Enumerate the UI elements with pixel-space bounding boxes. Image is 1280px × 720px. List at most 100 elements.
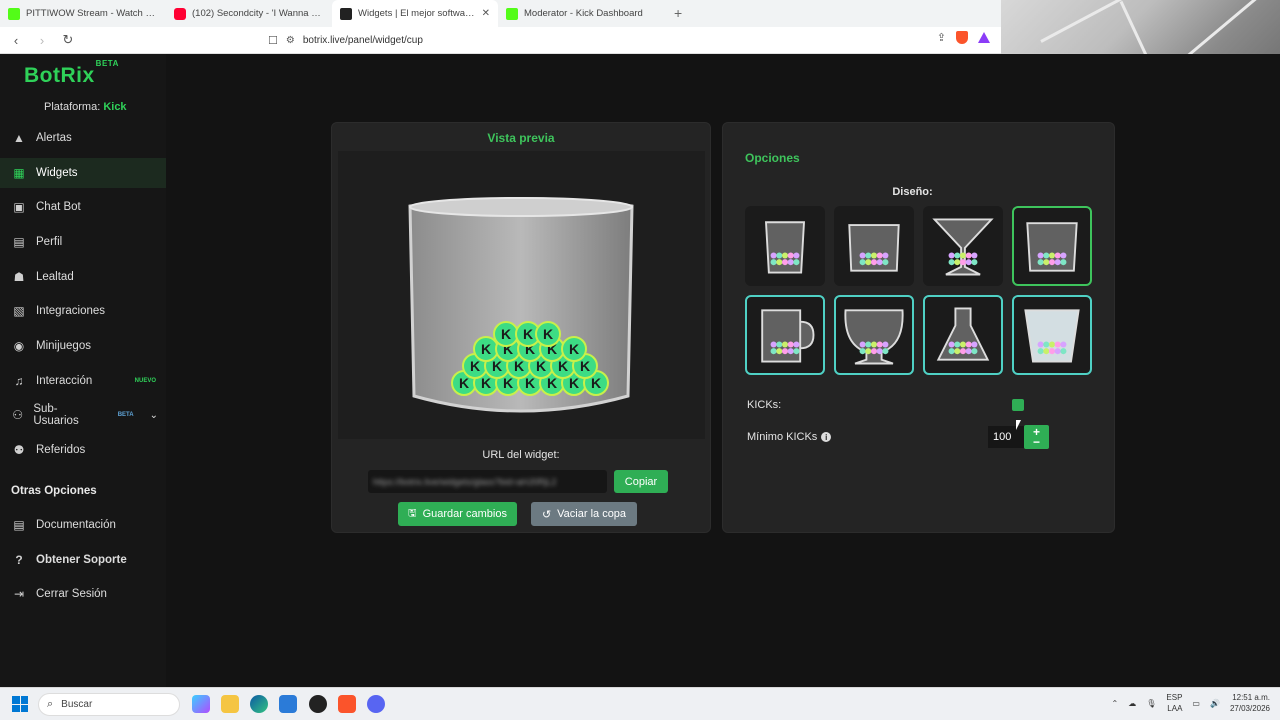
design-thumbnail xyxy=(1026,222,1078,272)
browser-tab-2[interactable]: (102) Secondcity - 'I Wanna Feel' (Offic… xyxy=(166,0,332,27)
new-tab-button[interactable]: + xyxy=(664,0,692,27)
other-options-header: Otras Opciones xyxy=(11,485,97,497)
store-icon[interactable] xyxy=(279,695,297,713)
sidebar-item-alertas[interactable]: ▲ Alertas xyxy=(0,123,166,153)
brave-rewards-icon[interactable] xyxy=(978,32,990,43)
share-icon[interactable]: ⇪ xyxy=(937,31,946,44)
volume-icon[interactable]: 🔊 xyxy=(1210,699,1220,708)
document-icon: ▤ xyxy=(13,518,25,532)
brave-shield-icon[interactable] xyxy=(956,31,968,44)
kick-coin-glyph: K xyxy=(481,375,491,391)
design-thumbnail xyxy=(844,309,904,365)
widget-url-field[interactable]: https://botrix.live/widgets/glass?bid=aH… xyxy=(368,470,607,493)
design-option-wide-glass[interactable] xyxy=(834,206,914,286)
sidebar-item-label: Referidos xyxy=(36,444,86,456)
sidebar-item-interaccion[interactable]: ♫ Interacción NUEVO xyxy=(0,366,166,396)
taskbar-search[interactable]: ⌕ Buscar xyxy=(38,693,180,716)
new-badge: NUEVO xyxy=(134,378,156,384)
browser-tab-1[interactable]: PITTIWOW Stream - Watch Live on Kick xyxy=(0,0,166,27)
undo-icon: ↺ xyxy=(541,508,552,521)
warning-icon: ▲ xyxy=(13,131,25,145)
browser-tab-3[interactable]: Widgets | El mejor software para Kick ✕ xyxy=(332,0,498,27)
design-option-martini[interactable] xyxy=(923,206,1003,286)
close-tab-icon[interactable]: ✕ xyxy=(482,8,490,19)
browser-tab-4[interactable]: Moderator - Kick Dashboard xyxy=(498,0,664,27)
cloud-icon[interactable]: ☁ xyxy=(1128,699,1136,708)
design-option-snifter[interactable] xyxy=(834,295,914,375)
design-thumbnail xyxy=(848,224,900,272)
id-card-icon: ▤ xyxy=(13,235,25,249)
kick-coin-glyph: K xyxy=(547,375,557,391)
sidebar-item-referidos[interactable]: ⚉ Referidos xyxy=(0,435,166,465)
url-text: botrix.live/panel/widget/cup xyxy=(302,34,423,46)
site-info-icon[interactable]: ⚙ xyxy=(286,35,295,46)
forward-icon[interactable]: › xyxy=(32,30,52,50)
sidebar-item-soporte[interactable]: ? Obtener Soporte xyxy=(0,545,166,575)
brave-icon[interactable] xyxy=(338,695,356,713)
design-thumbnail xyxy=(1024,309,1080,363)
taskbar: ⌕ Buscar ⌃ ☁ 🎙 ESP LAA ▭ 🔊 12:51 a.m. 27/0… xyxy=(0,687,1280,720)
reload-icon[interactable]: ↻ xyxy=(58,30,78,50)
mic-icon[interactable]: 🎙 xyxy=(1146,699,1156,708)
min-kicks-stepper: + − xyxy=(1024,425,1049,449)
kick-coin-glyph: K xyxy=(536,358,546,374)
design-option-glass[interactable] xyxy=(745,206,825,286)
edge-icon[interactable] xyxy=(250,695,268,713)
sidebar-item-chat-bot[interactable]: ▣ Chat Bot xyxy=(0,192,166,222)
sidebar-item-integraciones[interactable]: ▧ Integraciones xyxy=(0,296,166,326)
sidebar-item-documentacion[interactable]: ▤ Documentación xyxy=(0,510,166,540)
sidebar-item-lealtad[interactable]: ☗ Lealtad xyxy=(0,262,166,292)
sidebar-item-minijuegos[interactable]: ◉ Minijuegos xyxy=(0,331,166,361)
chevron-down-icon[interactable]: ⌄ xyxy=(150,410,158,421)
min-kicks-label: Mínimo KICKs xyxy=(747,431,818,443)
back-icon[interactable]: ‹ xyxy=(6,30,26,50)
windows-start-icon[interactable] xyxy=(12,696,28,712)
file-explorer-icon[interactable] xyxy=(221,695,239,713)
min-kicks-row: Mínimo KICKs i xyxy=(747,431,832,443)
date: 27/03/2026 xyxy=(1229,704,1270,713)
kick-coin-glyph: K xyxy=(470,358,480,374)
design-option-tumbler[interactable] xyxy=(1012,206,1092,286)
kick-coin-glyph: K xyxy=(501,326,511,342)
platform-indicator: Plataforma: Kick xyxy=(44,101,127,113)
search-icon: ⌕ xyxy=(47,698,54,710)
logout-icon: ⇥ xyxy=(13,587,25,601)
copilot-icon[interactable] xyxy=(192,695,210,713)
clock[interactable]: 12:51 a.m. 27/03/2026 xyxy=(1230,692,1270,714)
kicks-checkbox[interactable] xyxy=(1012,399,1024,411)
bookmark-icon[interactable]: ☐ xyxy=(268,34,278,47)
mouse-cursor-icon xyxy=(1016,420,1021,430)
language-indicator[interactable]: ESP LAA xyxy=(1166,692,1182,714)
design-thumbnail xyxy=(761,309,815,363)
sidebar-item-widgets[interactable]: ▦ Widgets xyxy=(0,158,166,188)
sidebar-item-cerrar-sesion[interactable]: ⇥ Cerrar Sesión xyxy=(0,579,166,609)
kick-coin-glyph: K xyxy=(569,341,579,357)
decrement-button[interactable]: − xyxy=(1033,436,1040,448)
logo-text: BotRix xyxy=(24,64,95,87)
info-icon[interactable]: i xyxy=(821,432,832,442)
address-bar[interactable]: ☐ ⚙ botrix.live/panel/widget/cup xyxy=(268,34,423,47)
save-button[interactable]: 🖫 Guardar cambios xyxy=(398,502,517,526)
chevron-up-icon[interactable]: ⌃ xyxy=(1112,699,1119,708)
tab-title: PITTIWOW Stream - Watch Live on Kick xyxy=(26,8,158,19)
widget-url-label: URL del widget: xyxy=(482,449,560,461)
sidebar-item-perfil[interactable]: ▤ Perfil xyxy=(0,227,166,257)
botrix-logo[interactable]: BotRixBETA xyxy=(24,59,119,88)
copy-button[interactable]: Copiar xyxy=(614,470,668,493)
design-option-flask[interactable] xyxy=(923,295,1003,375)
design-option-paper-cup[interactable] xyxy=(1012,295,1092,375)
design-option-mug[interactable] xyxy=(745,295,825,375)
discord-icon[interactable] xyxy=(367,695,385,713)
app-icon[interactable] xyxy=(309,695,327,713)
monitor-icon[interactable]: ▭ xyxy=(1192,699,1200,708)
platform-value: Kick xyxy=(103,101,127,113)
sidebar-item-label: Integraciones xyxy=(36,305,106,317)
sidebar-item-sub-usuarios[interactable]: ⚇ Sub-Usuarios BETA ⌄ xyxy=(0,400,166,430)
search-placeholder: Buscar xyxy=(61,699,93,710)
robot-icon: ▣ xyxy=(13,200,25,214)
system-tray: ⌃ ☁ 🎙 ESP LAA ▭ 🔊 12:51 a.m. 27/03/2026 xyxy=(1112,692,1270,714)
kick-coin-glyph: K xyxy=(591,375,601,391)
plug-icon: ▧ xyxy=(13,304,25,318)
kick-coin-glyph: K xyxy=(580,358,590,374)
empty-cup-button[interactable]: ↺ Vaciar la copa xyxy=(531,502,637,526)
